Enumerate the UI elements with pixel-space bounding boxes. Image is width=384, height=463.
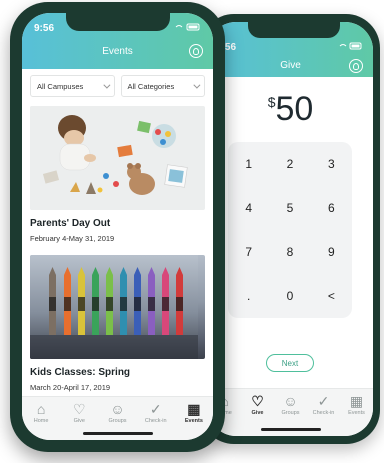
event-image — [30, 255, 205, 359]
key-8[interactable]: 8 — [269, 230, 310, 274]
page-title: Events — [102, 46, 133, 57]
key-5[interactable]: 5 — [269, 186, 310, 230]
category-select[interactable]: All Categories — [120, 75, 205, 97]
tab-events[interactable]: ▦ Events — [175, 397, 213, 440]
tab-label: Give — [251, 410, 264, 416]
campus-select[interactable]: All Campuses — [30, 75, 115, 97]
crayons-image — [30, 255, 198, 359]
tab-label: Home — [33, 418, 49, 424]
give-icon: ♡ — [73, 401, 86, 417]
tab-label: Events — [184, 418, 203, 424]
give-phone: 9:56 Give $50 1 2 3 4 5 6 7 8 9 . 0 < Ne… — [200, 14, 380, 444]
event-date: March 20-April 17, 2019 — [30, 383, 111, 392]
tab-label: Check-in — [312, 410, 335, 416]
key-7[interactable]: 7 — [228, 230, 269, 274]
campus-select-value: All Campuses — [37, 81, 84, 91]
events-icon: ▦ — [187, 401, 201, 417]
tab-home[interactable]: ⌂ Home — [22, 397, 60, 440]
key-backspace[interactable]: < — [311, 274, 352, 318]
check-in-icon: ✓ — [317, 393, 330, 409]
key-6[interactable]: 6 — [311, 186, 352, 230]
phone-notch — [66, 13, 170, 31]
home-indicator — [82, 432, 153, 435]
status-icons — [175, 23, 201, 33]
home-icon: ⌂ — [36, 401, 46, 417]
groups-icon: ☺ — [283, 393, 298, 409]
event-card[interactable]: Parents' Day Out February 4-May 31, 2019 — [30, 106, 205, 243]
give-screen: 9:56 Give $50 1 2 3 4 5 6 7 8 9 . 0 < Ne… — [208, 22, 373, 436]
events-screen: 9:56 Events All Campuses All Categories — [22, 13, 213, 440]
tab-label: Events — [348, 410, 365, 416]
tab-label: Give — [73, 418, 85, 424]
give-icon: ♡ — [251, 393, 264, 409]
currency-symbol: $ — [267, 94, 276, 110]
event-list: Parents' Day Out February 4-May 31, 2019 — [30, 106, 205, 404]
event-image — [30, 106, 205, 210]
profile-icon[interactable] — [349, 59, 363, 73]
tab-events[interactable]: ▦ Events — [340, 389, 373, 436]
key-0[interactable]: 0 — [269, 274, 310, 318]
key-1[interactable]: 1 — [228, 142, 269, 186]
key-9[interactable]: 9 — [311, 230, 352, 274]
phone-notch — [248, 22, 340, 38]
keypad: 1 2 3 4 5 6 7 8 9 . 0 < — [228, 142, 352, 318]
events-phone: 9:56 Events All Campuses All Categories — [10, 2, 225, 452]
profile-icon[interactable] — [189, 44, 203, 58]
status-icons — [339, 42, 363, 52]
event-title: Parents' Day Out — [30, 218, 111, 229]
give-amount: $50 — [208, 90, 373, 129]
chevron-down-icon — [193, 81, 201, 89]
status-time: 9:56 — [34, 23, 55, 34]
tab-label: Groups — [108, 418, 127, 424]
key-4[interactable]: 4 — [228, 186, 269, 230]
amount-value: 50 — [275, 90, 314, 128]
events-icon: ▦ — [349, 393, 364, 409]
tab-label: Check-in — [144, 418, 167, 424]
wifi-battery-icon — [175, 23, 200, 31]
wifi-battery-icon — [339, 42, 362, 50]
groups-icon: ☺ — [110, 401, 125, 417]
event-card[interactable]: Kids Classes: Spring March 20-April 17, … — [30, 255, 205, 392]
event-title: Kids Classes: Spring — [30, 367, 131, 378]
key-3[interactable]: 3 — [311, 142, 352, 186]
event-filters: All Campuses All Categories — [30, 75, 205, 97]
check-in-icon: ✓ — [149, 401, 162, 417]
home-indicator — [260, 428, 321, 431]
toddler-toys-image — [30, 106, 198, 210]
key-2[interactable]: 2 — [269, 142, 310, 186]
category-select-value: All Categories — [127, 81, 175, 91]
event-date: February 4-May 31, 2019 — [30, 234, 115, 243]
events-tab-bar: ⌂ Home ♡ Give ☺ Groups ✓ Check-in ▦ Even… — [22, 396, 213, 440]
tab-label: Groups — [281, 410, 300, 416]
give-tab-bar: ⌂ Home ♡ Give ☺ Groups ✓ Check-in ▦ Even… — [208, 388, 373, 436]
next-button[interactable]: Next — [266, 354, 314, 372]
key-decimal[interactable]: . — [228, 274, 269, 318]
chevron-down-icon — [102, 81, 110, 89]
